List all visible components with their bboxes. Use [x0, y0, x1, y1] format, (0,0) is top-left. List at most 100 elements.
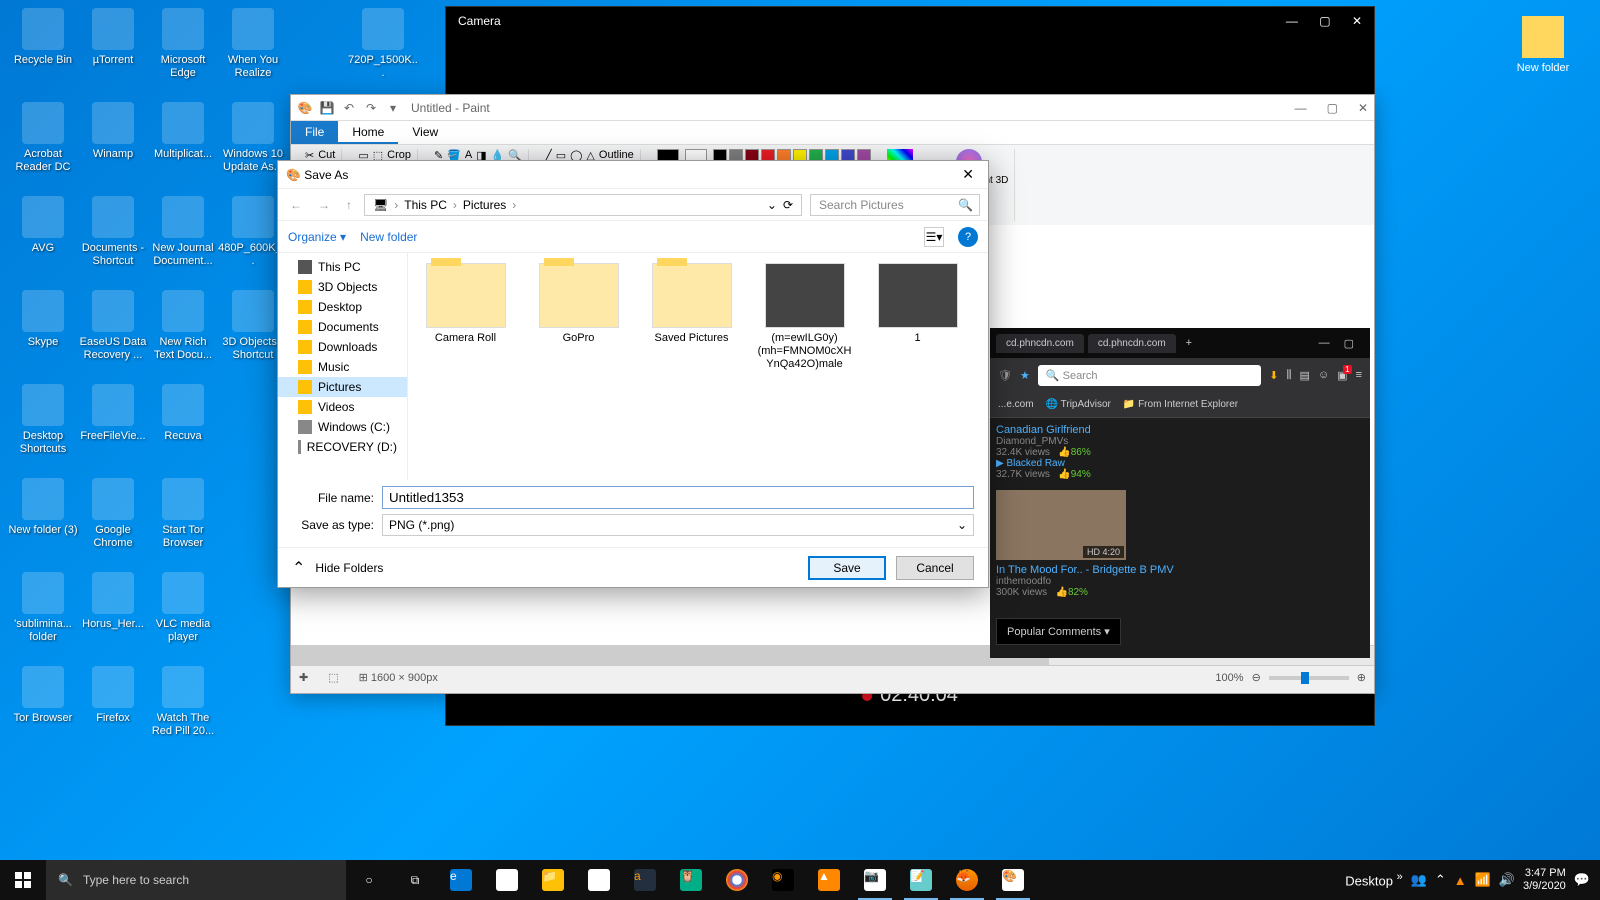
taskbar-edge[interactable]: e [438, 860, 484, 900]
saveas-titlebar[interactable]: 🎨 Save As ✕ [278, 161, 988, 189]
desktop-icon[interactable]: Recuva [148, 384, 218, 443]
desktop-icon[interactable]: EaseUS Data Recovery ... [78, 290, 148, 362]
tray-volume-icon[interactable]: 🔊 [1499, 872, 1515, 888]
file-item[interactable]: 1 [870, 263, 965, 372]
breadcrumb-item[interactable]: This PC [404, 198, 447, 212]
close-button[interactable]: ✕ [956, 166, 980, 183]
refresh-icon[interactable]: ⟳ [783, 198, 793, 212]
account-icon[interactable]: ☺ [1318, 369, 1329, 381]
tree-item[interactable]: 3D Objects [278, 277, 407, 297]
desktop-icon[interactable]: Microsoft Edge [148, 8, 218, 80]
star-icon[interactable]: ★ [1020, 369, 1030, 382]
desktop-icon[interactable]: Watch The Red Pill 20... [148, 666, 218, 738]
minimize-button[interactable]: — [1319, 337, 1330, 349]
desktop-icon[interactable]: Skype [8, 290, 78, 349]
taskbar-paint[interactable]: 🎨 [990, 860, 1036, 900]
shield-icon[interactable]: 🛡 [998, 369, 1012, 382]
tab-home[interactable]: Home [338, 121, 398, 144]
library-icon[interactable]: ⫼ [1286, 369, 1291, 382]
browser-tab[interactable]: cd.phncdn.com [1088, 334, 1176, 353]
forward-button[interactable]: → [314, 196, 334, 214]
tree-item[interactable]: Pictures [278, 377, 407, 397]
help-button[interactable]: ? [958, 227, 978, 247]
taskbar-amazon[interactable]: a [622, 860, 668, 900]
notifications-icon[interactable]: 💬 [1574, 872, 1590, 888]
desktop-icon[interactable]: µTorrent [78, 8, 148, 67]
desktop-icon[interactable]: Horus_Her... [78, 572, 148, 631]
taskbar-firefox[interactable]: 🦊 [944, 860, 990, 900]
video-item[interactable]: Canadian Girlfriend Diamond_PMVs 32.4K v… [996, 424, 1364, 480]
desktop-icon[interactable]: Recycle Bin [8, 8, 78, 67]
menu-icon[interactable]: ≡ [1356, 369, 1362, 381]
tray-chevron-icon[interactable]: ⌃ [1435, 872, 1446, 888]
desktop-icon[interactable]: Documents - Shortcut [78, 196, 148, 268]
organize-menu[interactable]: Organize ▾ [288, 230, 346, 244]
start-button[interactable] [0, 860, 46, 900]
desktop-icon-new-folder[interactable]: New folder [1508, 16, 1578, 74]
file-item[interactable]: GoPro [531, 263, 626, 372]
desktop-icon[interactable]: Firefox [78, 666, 148, 725]
comments-dropdown[interactable]: Popular Comments ▾ [996, 618, 1121, 645]
tray-vlc-icon[interactable]: ▲ [1454, 873, 1467, 888]
tab-view[interactable]: View [398, 121, 452, 144]
breadcrumb-item[interactable]: Pictures [463, 198, 506, 212]
tree-item[interactable]: Documents [278, 317, 407, 337]
taskbar-tripadvisor[interactable]: 🦉 [668, 860, 714, 900]
view-options-button[interactable]: ☰▾ [924, 227, 944, 247]
bookmark[interactable]: 📁 From Internet Explorer [1123, 399, 1238, 410]
desktop-icon[interactable]: 'sublimina... folder [8, 572, 78, 644]
zoom-out-button[interactable]: ⊖ [1252, 671, 1261, 684]
maximize-button[interactable]: ▢ [1344, 337, 1354, 350]
taskbar-chrome[interactable] [714, 860, 760, 900]
taskbar-app[interactable]: ◉ [760, 860, 806, 900]
taskbar-clock[interactable]: 3:47 PM 3/9/2020 [1523, 867, 1566, 893]
desktop-icon[interactable]: 720P_1500K... [348, 8, 418, 80]
desktop-icon[interactable]: Desktop Shortcuts [8, 384, 78, 456]
filename-input[interactable] [382, 486, 974, 509]
video-thumb[interactable]: HD 4:20 [996, 490, 1126, 560]
people-icon[interactable]: 👥 [1411, 872, 1427, 888]
camera-titlebar[interactable]: Camera — ▢ ✕ [446, 7, 1374, 37]
bookmark[interactable]: ...e.com [998, 399, 1034, 410]
filetype-select[interactable]: PNG (*.png) ⌄ [382, 514, 974, 536]
undo-icon[interactable]: ↶ [341, 100, 357, 116]
hide-folders-button[interactable]: Hide Folders [315, 561, 383, 575]
tray-network-icon[interactable]: 📶 [1475, 872, 1491, 888]
qat-dropdown-icon[interactable]: ▾ [385, 100, 401, 116]
container-icon[interactable]: ▣1 [1337, 369, 1347, 382]
tab-file[interactable]: File [291, 121, 338, 144]
desktop-toolbar[interactable]: Desktop » [1345, 871, 1402, 888]
desktop-icon[interactable]: Acrobat Reader DC [8, 102, 78, 174]
tree-item[interactable]: This PC [278, 257, 407, 277]
desktop-icon[interactable]: Multiplicat... [148, 102, 218, 161]
sidebar-icon[interactable]: ▤ [1300, 369, 1310, 382]
desktop-icon[interactable]: Start Tor Browser [148, 478, 218, 550]
desktop-icon[interactable]: Google Chrome [78, 478, 148, 550]
task-view-button[interactable]: ⧉ [392, 860, 438, 900]
desktop-icon[interactable]: New Rich Text Docu... [148, 290, 218, 362]
desktop-icon[interactable]: When You Realize [218, 8, 288, 80]
tree-item[interactable]: Downloads [278, 337, 407, 357]
minimize-button[interactable]: — [1295, 101, 1307, 115]
tree-item[interactable]: RECOVERY (D:) [278, 437, 407, 457]
close-button[interactable]: ✕ [1358, 101, 1368, 115]
taskbar-search[interactable]: 🔍 Type here to search [46, 860, 346, 900]
browser-tab[interactable]: cd.phncdn.com [996, 334, 1084, 353]
file-item[interactable]: (m=ewILG0y)(mh=FMNOM0cXHYnQa42O)male [757, 263, 852, 372]
desktop-icon[interactable]: Winamp [78, 102, 148, 161]
desktop-icon[interactable]: Tor Browser [8, 666, 78, 725]
back-button[interactable]: ← [286, 196, 306, 214]
search-input[interactable]: Search Pictures 🔍 [810, 194, 980, 216]
cortana-button[interactable]: ○ [346, 860, 392, 900]
desktop-icon[interactable]: VLC media player [148, 572, 218, 644]
taskbar-notepad[interactable]: 📝 [898, 860, 944, 900]
file-item[interactable]: Saved Pictures [644, 263, 739, 372]
file-item[interactable]: Camera Roll [418, 263, 513, 372]
video-item[interactable]: In The Mood For.. - Bridgette B PMV inth… [996, 564, 1364, 598]
download-icon[interactable]: ⬇ [1269, 369, 1278, 382]
hscroll-thumb[interactable] [291, 646, 1049, 665]
desktop-icon[interactable]: AVG [8, 196, 78, 255]
cancel-button[interactable]: Cancel [896, 556, 974, 580]
save-icon[interactable]: 💾 [319, 100, 335, 116]
new-folder-button[interactable]: New folder [360, 230, 417, 244]
